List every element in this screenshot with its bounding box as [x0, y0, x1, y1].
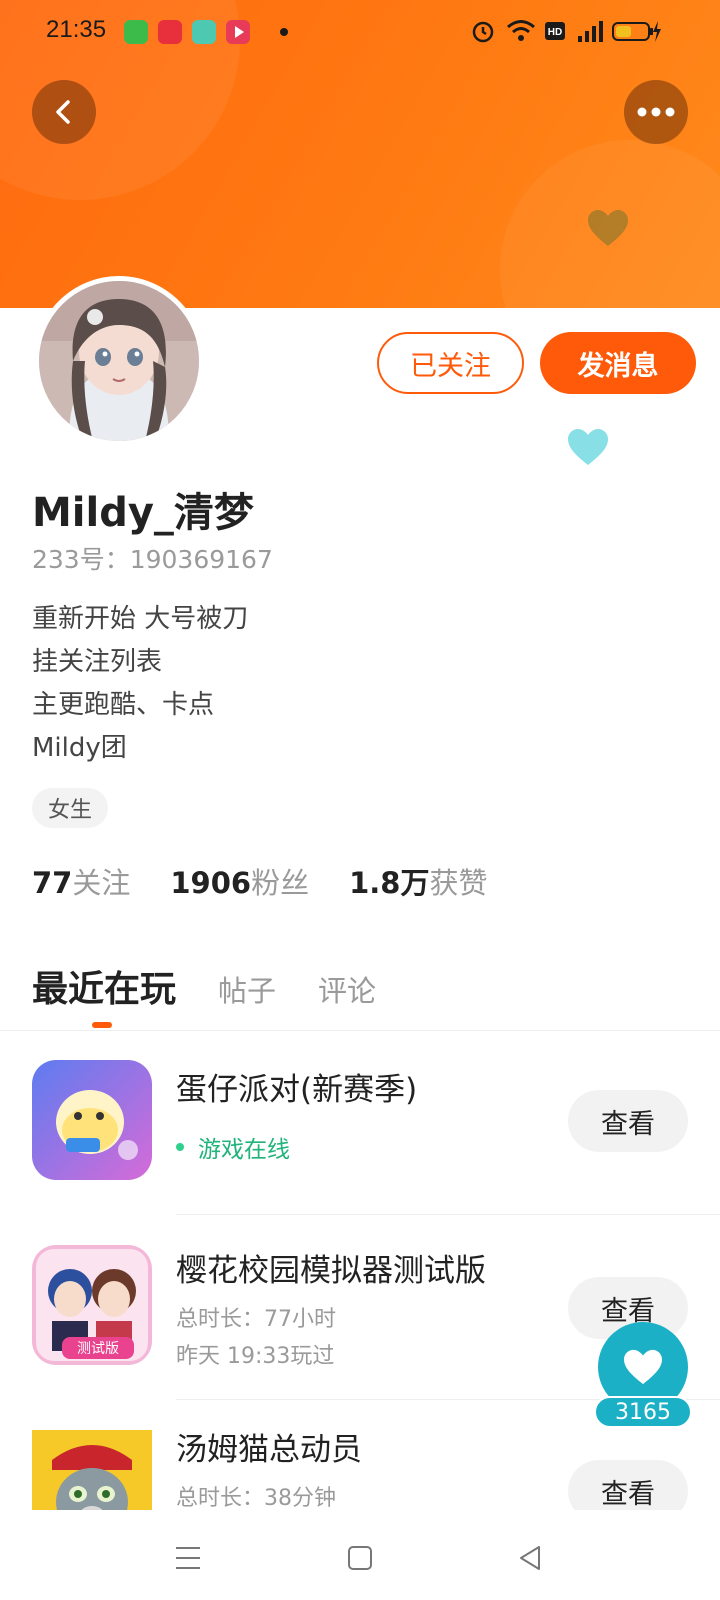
5g-signal-icon — [578, 21, 603, 42]
home-square-icon — [348, 1546, 372, 1570]
likes-count: 1.8万获赞 — [349, 860, 487, 902]
back-arrow-icon — [56, 100, 70, 124]
avatar[interactable] — [34, 276, 204, 446]
online-dot — [176, 1143, 184, 1151]
game-total-time: 总时长：77小时 — [176, 1307, 336, 1332]
like-count-badge: 3165 — [594, 1396, 692, 1428]
teal-app-icon — [192, 20, 216, 44]
game-icon-sakura-school: 测试版 — [32, 1245, 152, 1365]
status-time: 21:35 — [46, 16, 107, 43]
tab-recently-played[interactable]: 最近在玩 — [32, 960, 176, 1012]
heart-icon — [624, 1349, 662, 1385]
video-app-icon — [226, 20, 250, 44]
svg-text:测试版: 测试版 — [77, 1341, 119, 1357]
stat-number: 1906 — [170, 866, 252, 900]
game-last-played: 昨天 19:33玩过 — [176, 1344, 335, 1369]
stat-label: 粉丝 — [251, 866, 310, 900]
view-button[interactable]: 查看 — [568, 1090, 688, 1152]
game-online-status: 游戏在线 — [176, 1130, 290, 1164]
game-list-item[interactable]: 蛋仔派对(新赛季) 游戏在线 查看 — [0, 1030, 720, 1215]
notification-dot — [280, 28, 288, 36]
status-bar: 21:35 HD — [0, 0, 720, 64]
back-button[interactable] — [32, 80, 96, 144]
more-button[interactable] — [624, 80, 688, 144]
game-name: 蛋仔派对(新赛季) — [176, 1072, 418, 1108]
username: Mildy_清梦 — [32, 490, 254, 536]
game-icon-talking-tom — [32, 1430, 152, 1510]
bio-line: Mildy团 — [32, 733, 127, 763]
tab-posts[interactable]: 帖子 — [218, 968, 276, 1010]
profile-stats: 77关注 1906粉丝 1.8万获赞 — [32, 860, 488, 902]
red-app-icon — [158, 20, 182, 44]
online-label: 游戏在线 — [198, 1137, 290, 1163]
bio-line: 主更跑酷、卡点 — [32, 690, 215, 720]
game-icon-eggy-party — [32, 1060, 152, 1180]
view-button[interactable]: 查看 — [568, 1460, 688, 1510]
fans-count[interactable]: 1906粉丝 — [170, 860, 309, 902]
bio: 重新开始 大号被刀 挂关注列表 主更跑酷、卡点 Mildy团 — [32, 598, 248, 770]
stat-number: 1.8万 — [349, 866, 430, 900]
back-triangle-icon — [520, 1546, 540, 1570]
following-button[interactable]: 已关注 — [377, 332, 524, 394]
more-dots-icon — [637, 107, 675, 117]
game-name: 樱花校园模拟器测试版 — [176, 1253, 486, 1289]
menu-icon — [176, 1547, 200, 1569]
bio-line: 重新开始 大号被刀 — [32, 604, 249, 634]
home-button[interactable] — [340, 1538, 380, 1578]
following-count[interactable]: 77关注 — [32, 860, 130, 902]
gender-tag: 女生 — [32, 788, 109, 828]
menu-button[interactable] — [168, 1538, 208, 1578]
svg-text:HD: HD — [548, 27, 562, 38]
alarm-icon — [472, 21, 494, 43]
tab-comments[interactable]: 评论 — [318, 968, 376, 1010]
wifi-icon — [507, 20, 535, 41]
stat-label: 关注 — [72, 866, 131, 900]
green-app-icon — [124, 20, 148, 44]
avatar-illustration — [39, 281, 199, 441]
game-name: 汤姆猫总动员 — [176, 1432, 362, 1468]
active-tab-indicator — [92, 1022, 112, 1028]
floating-heart-icon — [588, 210, 628, 246]
user-id: 233号：190369167 — [32, 545, 273, 574]
back-system-button[interactable] — [510, 1538, 550, 1578]
floating-heart-icon — [568, 429, 608, 465]
battery-charging-icon — [612, 21, 661, 42]
game-total-time: 总时长：38分钟 — [176, 1486, 336, 1510]
system-nav-bar — [0, 1510, 720, 1600]
stat-number: 77 — [32, 866, 73, 900]
stat-label: 获赞 — [429, 866, 488, 900]
hd-icon: HD — [545, 22, 565, 40]
send-message-button[interactable]: 发消息 — [540, 332, 696, 394]
bio-line: 挂关注列表 — [32, 647, 163, 677]
content-tabs: 最近在玩 帖子 评论 — [32, 960, 376, 1012]
